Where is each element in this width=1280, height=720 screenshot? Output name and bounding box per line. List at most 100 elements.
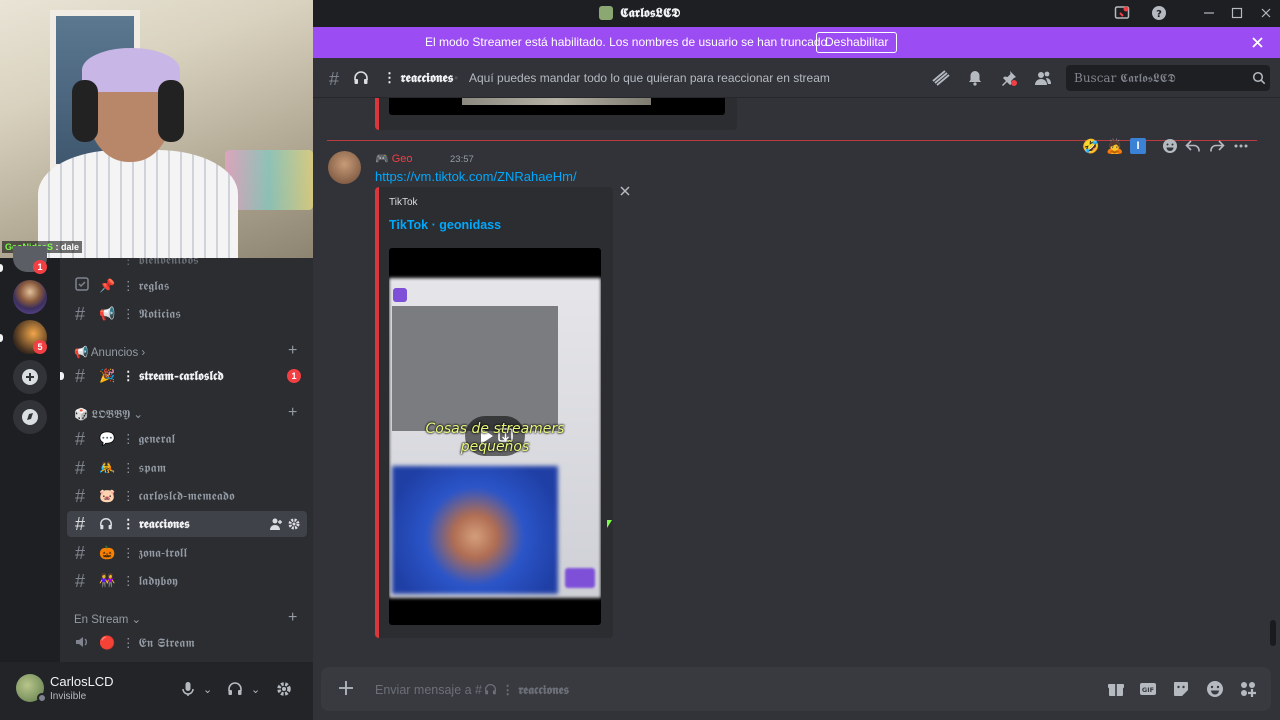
- channel-item-spam[interactable]: # 🤼 ⋮ 𝖘𝖕𝖆𝖒: [67, 455, 307, 481]
- search-box[interactable]: Buscar 𝕮𝖆𝖗𝖑𝖔𝖘𝕷𝕮𝕯: [1066, 65, 1270, 91]
- user-settings-gear-icon[interactable]: [275, 680, 293, 698]
- headphone-right: [158, 80, 184, 142]
- channel-label: ⋮ 𝖗𝖊𝖌𝖑𝖆𝖘: [122, 278, 170, 293]
- reaction-info-icon[interactable]: I: [1130, 138, 1146, 154]
- embed-video-thumbnail[interactable]: Cosas de streamers pequeños: [389, 248, 601, 625]
- status-dot: [37, 693, 47, 703]
- topic-divider: •: [454, 71, 459, 85]
- threads-icon[interactable]: [932, 70, 950, 86]
- remove-embed-close-icon[interactable]: [619, 185, 631, 197]
- channel-item[interactable]: ⋮ 𝖇𝖎𝖊𝖓𝖛𝖊𝖓𝖎𝖉𝖔𝖘: [67, 258, 307, 270]
- hash-icon: #: [75, 458, 86, 478]
- channel-item-zona-troll[interactable]: # 🎃 ⋮ 𝖟𝖔𝖓𝖆-𝖙𝖗𝖔𝖑𝖑: [67, 540, 307, 566]
- channel-topic[interactable]: Aquí puedes mandar todo lo que quieran p…: [469, 71, 830, 85]
- category-label: En Stream: [74, 614, 129, 626]
- hash-icon: #: [75, 429, 86, 449]
- channel-emoji: 👭: [99, 573, 116, 588]
- gear-icon[interactable]: [287, 517, 301, 531]
- message-author[interactable]: 🎮 Geo: [375, 152, 413, 165]
- forward-icon[interactable]: [1209, 138, 1225, 154]
- channel-item-reacciones[interactable]: # ⋮ 𝖗𝖊𝖆𝖈𝖈𝖎𝖔𝖓𝖊𝖘: [67, 511, 307, 537]
- server-icon[interactable]: [13, 280, 47, 314]
- webcam-background-shelf: [225, 150, 313, 210]
- maximize-icon[interactable]: [1230, 6, 1244, 20]
- headphones-icon: [484, 683, 497, 696]
- attach-plus-icon[interactable]: [337, 679, 355, 697]
- headphones-icon: [99, 517, 113, 531]
- link-embed: TikTok TikTok · geonidass Cosas de strea…: [375, 186, 630, 638]
- create-channel-icon[interactable]: +: [288, 404, 297, 422]
- channel-emoji: 🔴: [99, 635, 116, 650]
- channel-item-ladyboy[interactable]: # 👭 ⋮ 𝖑𝖆𝖉𝖞𝖇𝖔𝖞: [67, 568, 307, 594]
- emoji-picker-icon[interactable]: [1206, 680, 1224, 698]
- create-channel-icon[interactable]: +: [288, 609, 297, 627]
- message-author-avatar[interactable]: [328, 151, 361, 184]
- apps-icon[interactable]: [1239, 680, 1257, 698]
- reaction-rofl-icon[interactable]: 🤣: [1082, 138, 1099, 155]
- gift-icon[interactable]: [1107, 680, 1125, 698]
- embed-provider: TikTok: [389, 197, 418, 208]
- search-icon: [1252, 71, 1266, 85]
- hash-icon: #: [75, 366, 86, 386]
- headphones-icon[interactable]: [227, 681, 243, 697]
- sticker-icon[interactable]: [1172, 680, 1190, 698]
- microphone-icon[interactable]: [180, 681, 196, 697]
- mouse-cursor: [607, 520, 612, 528]
- disable-streamer-mode-button[interactable]: Deshabilitar: [816, 32, 898, 53]
- close-icon[interactable]: [1251, 36, 1264, 49]
- search-input[interactable]: Buscar 𝕮𝖆𝖗𝖑𝖔𝖘𝕷𝕮𝕯: [1074, 71, 1176, 86]
- channel-emoji: 📢: [99, 306, 116, 321]
- video-frame-panel: [392, 306, 558, 431]
- channel-label: ⋮ 𝖌𝖊𝖓𝖊𝖗𝖆𝖑: [122, 431, 176, 446]
- headphone-left: [72, 80, 98, 142]
- chevron-down-icon[interactable]: ⌄: [251, 683, 260, 696]
- message-actions-toolbar: 🤣 🙇 I: [1078, 135, 1268, 159]
- add-server-button[interactable]: [13, 360, 47, 394]
- category-anuncios[interactable]: 📢 Anuncios ›: [74, 345, 145, 359]
- reaction-emoji-icon[interactable]: 🙇: [1106, 138, 1123, 155]
- voice-channel-en-stream[interactable]: 🔴 ⋮ 𝕰𝖓 𝕾𝖙𝖗𝖊𝖆𝖒: [67, 630, 307, 656]
- channel-label: ⋮ 𝕹𝖔𝖙𝖎𝖈𝖎𝖆𝖘: [122, 306, 181, 321]
- server-icon-small: [599, 6, 613, 20]
- embed-title-link[interactable]: TikTok · geonidass: [389, 218, 501, 232]
- username[interactable]: CarlosLCD: [50, 674, 114, 689]
- previous-embed-media[interactable]: [389, 98, 725, 115]
- channel-item-stream-carloslcd[interactable]: # 🎉 ⋮ 𝖘𝖙𝖗𝖊𝖆𝖒-𝖈𝖆𝖗𝖑𝖔𝖘𝖑𝖈𝖉 1: [67, 363, 307, 389]
- help-icon[interactable]: ?: [1151, 5, 1167, 21]
- channel-item-carloslcd-memeado[interactable]: # 🐷 ⋮ 𝖈𝖆𝖗𝖑𝖔𝖘𝖑𝖈𝖉-𝖒𝖊𝖒𝖊𝖆𝖉𝖔: [67, 483, 307, 509]
- more-options-icon[interactable]: [1233, 138, 1249, 154]
- channel-item-reglas[interactable]: 📌 ⋮ 𝖗𝖊𝖌𝖑𝖆𝖘: [67, 273, 307, 299]
- category-lobby[interactable]: 🎲 𝕷𝕺𝕭𝕭𝖄 ⌄: [74, 407, 143, 422]
- pinned-messages-icon[interactable]: [1001, 70, 1017, 86]
- member-list-icon[interactable]: [1034, 70, 1052, 86]
- message-list: 🤣 🙇 I 🎮 Geo 23:57 https://vm.tiktok.com/…: [313, 98, 1280, 662]
- chevron-down-icon[interactable]: ⌄: [203, 683, 212, 696]
- notification-bell-icon[interactable]: [967, 70, 983, 86]
- minimize-icon[interactable]: [1202, 6, 1216, 20]
- message-composer: Enviar mensaje a # ⋮ 𝖗𝖊𝖆𝖈𝖈𝖎𝖔𝖓𝖊𝖘 GIF: [321, 667, 1271, 711]
- invite-icon[interactable]: [269, 517, 283, 531]
- window-title: 𝕮𝖆𝖗𝖑𝖔𝖘𝕷𝕮𝕯: [620, 6, 681, 21]
- stream-chat-text: : dale: [55, 242, 80, 252]
- webcam-overlay: GeoNidasS : dale: [0, 0, 313, 258]
- gif-icon[interactable]: GIF: [1139, 680, 1157, 698]
- message-input[interactable]: Enviar mensaje a # ⋮ 𝖗𝖊𝖆𝖈𝖈𝖎𝖔𝖓𝖊𝖘: [375, 682, 569, 698]
- close-window-icon[interactable]: [1259, 6, 1273, 20]
- create-channel-icon[interactable]: +: [288, 342, 297, 360]
- discover-servers-button[interactable]: [13, 400, 47, 434]
- message-link[interactable]: https://vm.tiktok.com/ZNRahaeHm/: [375, 169, 577, 184]
- add-reaction-icon[interactable]: [1162, 138, 1178, 154]
- hash-icon: #: [75, 304, 86, 324]
- chat-scrollbar[interactable]: [1270, 620, 1276, 646]
- category-label: Anuncios: [90, 347, 139, 359]
- channel-list: ⋮ 𝖇𝖎𝖊𝖓𝖛𝖊𝖓𝖎𝖉𝖔𝖘 📌 ⋮ 𝖗𝖊𝖌𝖑𝖆𝖘 # 📢 ⋮ 𝕹𝖔𝖙𝖎𝖈𝖎𝖆𝖘 …: [60, 258, 313, 662]
- category-en-stream[interactable]: En Stream ⌄: [74, 612, 141, 626]
- reply-icon[interactable]: [1185, 138, 1201, 154]
- video-frame-webcam: [392, 466, 558, 594]
- channel-item-general[interactable]: # 💬 ⋮ 𝖌𝖊𝖓𝖊𝖗𝖆𝖑: [67, 426, 307, 452]
- hash-icon: #: [75, 543, 86, 563]
- inbox-icon[interactable]: [1114, 5, 1130, 21]
- channel-item-noticias[interactable]: # 📢 ⋮ 𝕹𝖔𝖙𝖎𝖈𝖎𝖆𝖘: [67, 301, 307, 327]
- channel-label: ⋮ 𝖈𝖆𝖗𝖑𝖔𝖘𝖑𝖈𝖉-𝖒𝖊𝖒𝖊𝖆𝖉𝖔: [122, 488, 235, 503]
- channel-emoji: 📌: [99, 278, 116, 293]
